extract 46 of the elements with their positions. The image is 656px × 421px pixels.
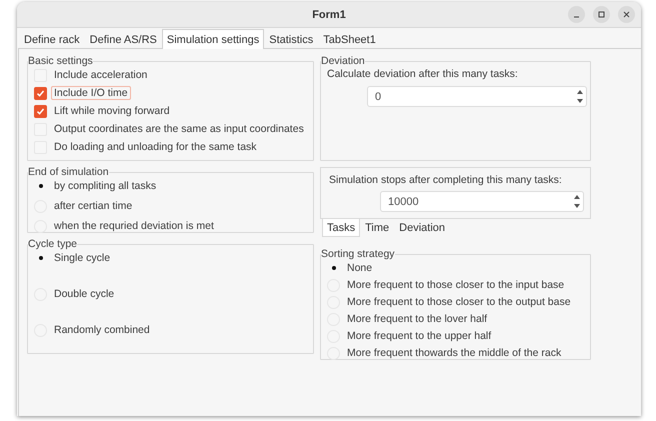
tab[interactable]: Define AS/RS [84,30,162,48]
checkbox-label[interactable]: Include acceleration [51,68,150,82]
tab[interactable]: Simulation settings [162,29,264,49]
window-title: Form1 [312,8,346,20]
checkbox[interactable] [34,104,47,118]
group-title: Sorting strategy [321,248,395,260]
spin-arrows-icon[interactable] [574,194,580,209]
group-title: Deviation [321,55,365,67]
group-title: End of simulation [28,166,109,178]
checkbox-label[interactable]: Lift while moving forward [51,104,173,118]
spin-field[interactable]: 0 [367,86,587,107]
radio-label[interactable]: More frequent to the lover half [344,312,490,326]
radio-label[interactable]: Single cycle [51,251,114,265]
tab[interactable]: Time [360,219,394,237]
field-label: Calculate deviation after this many tasks: [327,68,519,80]
radio-label[interactable]: None [344,261,376,275]
radio-label[interactable]: Double cycle [51,287,118,301]
spin-arrows-icon[interactable] [577,89,583,104]
radio-label[interactable]: Randomly combined [51,323,153,337]
radio-label[interactable]: More frequent to those closer to the output base [344,295,574,309]
checkbox-label[interactable]: Include I/O time [51,86,131,100]
close-icon [623,11,630,18]
maximize-icon [598,11,605,18]
tab[interactable]: Statistics [264,30,318,48]
radio-label[interactable]: by compliting all tasks [51,179,160,193]
checkbox-label[interactable]: Do loading and unloading for the same task [51,140,260,154]
tab[interactable]: Tasks [322,219,360,237]
tab[interactable]: TabSheet1 [318,30,381,48]
maximize-button[interactable] [593,6,610,23]
tab[interactable]: Deviation [394,219,450,237]
checkbox-label[interactable]: Output coordinates are the same as input coordinates [51,122,307,136]
spin-field[interactable]: 10000 [380,191,584,212]
field-label: Simulation stops after completing this many tasks: [329,174,563,186]
radio-label[interactable]: More frequent to the upper half [344,329,494,343]
close-button[interactable] [618,6,635,23]
radio-button[interactable] [327,346,340,360]
radio-label[interactable]: when the requried deviation is met [51,219,217,233]
minimize-button[interactable] [568,6,585,23]
radio-label[interactable]: after certian time [51,199,136,213]
radio-label[interactable]: More frequent thowards the middle of the rack [344,346,564,360]
tab[interactable]: Define rack [19,30,85,48]
group-title: Basic settings [28,55,93,67]
group-title: Cycle type [28,238,78,250]
checkbox[interactable] [34,86,47,100]
radio-label[interactable]: More frequent to those closer to the input base [344,278,568,292]
radio-button[interactable] [34,220,47,232]
